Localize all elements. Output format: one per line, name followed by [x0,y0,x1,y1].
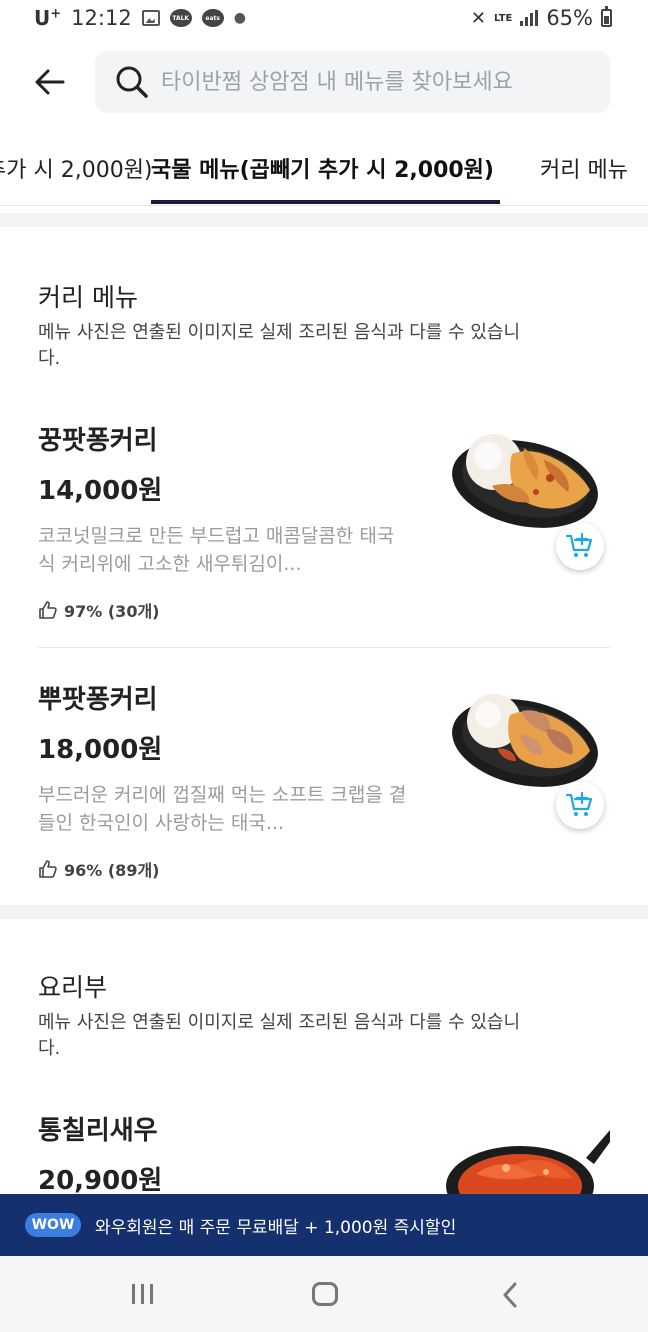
chili-shrimp-dish-image [446,1130,610,1194]
back-button[interactable] [30,62,70,102]
item-rating: 97% (30개) [38,598,159,622]
add-to-cart-icon [566,792,593,816]
kakaotalk-icon: TALK [169,9,192,27]
section-divider [0,213,648,227]
item-price: 14,000원 [38,476,163,506]
item-description: 코코넛밀크로 만든 부드럽고 매콤달콤한 태국식 커리위에 고소한 새우튀김이.… [38,525,395,575]
curry-dish-image [452,434,598,528]
tab-previous-category[interactable]: 추가 시 2,000원) [0,152,153,184]
category-tabs: 추가 시 2,000원) 국물 메뉴(곱빼기 추가 시 2,000원) 커리 메… [0,130,648,206]
item-name: 꿍팟퐁커리 [38,426,158,456]
section-title: 요리부 [38,973,108,1002]
item-rating: 96% (89개) [38,857,159,881]
gallery-icon [141,10,160,26]
home-button[interactable] [312,1282,338,1306]
section-divider [0,905,648,919]
coupang-eats-icon: eats [201,9,224,27]
item-name: 뿌팟퐁커리 [38,685,158,715]
tab-curry-menu[interactable]: 커리 메뉴 [540,152,628,184]
signal-icon [520,10,539,26]
battery-icon [601,6,612,27]
tab-soup-menu[interactable]: 국물 메뉴(곱빼기 추가 시 2,000원) [151,152,494,184]
crab-curry-dish-image [452,694,598,787]
system-navigation-bar [0,1256,648,1332]
item-name: 통칠리새우 [38,1116,158,1146]
status-bar: U+ 12:12 TALK eats ● ✕ LTE 65% [0,0,648,40]
section-description: 메뉴 사진은 연출된 이미지로 실제 조리된 음식과 다를 수 있습니다. [38,322,521,369]
search-icon [116,66,148,98]
active-tab-indicator [151,200,500,204]
add-to-cart-button[interactable] [556,522,604,570]
wow-membership-banner[interactable]: WOW 와우회원은 매 주문 무료배달 + 1,000원 즉시할인 [0,1194,648,1256]
rating-text: 96% (89개) [64,861,160,880]
search-input[interactable] [161,51,591,113]
item-price: 20,900원 [38,1166,163,1194]
item-description: 부드러운 커리에 껍질째 먹는 소프트 크랩을 곁들인 한국인이 사랑하는 태국… [38,784,407,834]
wow-banner-text: 와우회원은 매 주문 무료배달 + 1,000원 즉시할인 [95,1217,457,1238]
status-bar-left: U+ 12:12 TALK eats ● [34,6,246,30]
thumbs-up-icon [39,601,57,619]
menu-item[interactable]: 통칠리새우 20,900원 [0,1110,648,1194]
battery-percent: 65% [546,6,593,30]
recent-apps-button[interactable] [132,1284,153,1304]
lte-icon: LTE [493,12,513,24]
mute-icon: ✕ [470,7,486,29]
arrow-left-icon [35,69,65,95]
wow-badge: WOW [25,1213,81,1237]
menu-item[interactable]: 뿌팟퐁커리 18,000원 부드러운 커리에 껍질째 먹는 소프트 크랩을 곁들… [0,679,648,907]
system-back-button[interactable] [496,1280,526,1310]
search-bar[interactable] [95,51,610,113]
item-divider [38,647,610,648]
header [0,46,648,118]
status-bar-right: ✕ LTE 65% [471,6,612,30]
notification-dot-icon: ● [233,10,246,26]
add-to-cart-icon [566,533,593,557]
item-price: 18,000원 [38,735,163,765]
thumbs-up-icon [39,860,57,878]
screen: U+ 12:12 TALK eats ● ✕ LTE 65% 타이반쩜 상암점 … [0,0,648,1332]
add-to-cart-button[interactable] [556,781,604,829]
carrier-label: U+ [34,6,62,30]
menu-item[interactable]: 꿍팟퐁커리 14,000원 코코넛밀크로 만든 부드럽고 매콤달콤한 태국식 커… [0,420,648,648]
rating-text: 97% (30개) [64,602,160,621]
section-title: 커리 메뉴 [38,283,138,312]
section-description: 메뉴 사진은 연출된 이미지로 실제 조리된 음식과 다를 수 있습니다. [38,1012,521,1059]
clock: 12:12 [71,6,132,30]
